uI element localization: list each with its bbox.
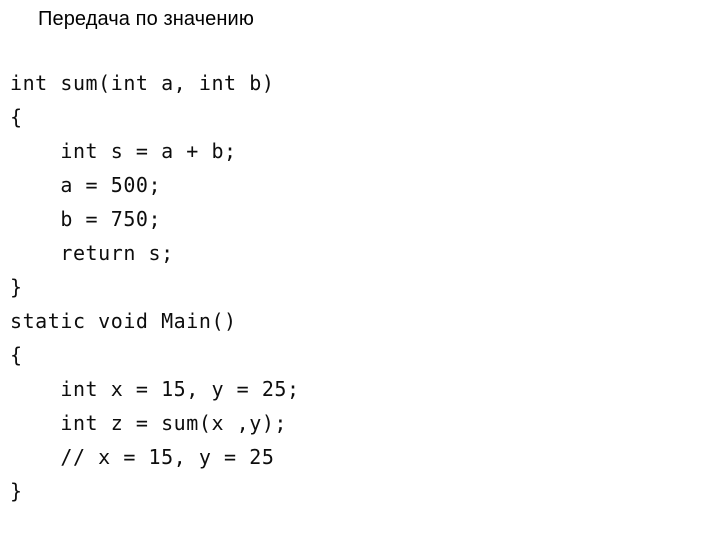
code-line: // x = 15, y = 25	[10, 445, 275, 469]
code-line: b = 750;	[10, 207, 162, 231]
code-line: static void Main()	[10, 309, 237, 333]
code-line: int x = 15, y = 25;	[10, 377, 300, 401]
code-block: int sum(int a, int b) { int s = a + b; a…	[10, 66, 710, 508]
page-title: Передача по значению	[38, 8, 254, 30]
code-line: int s = a + b;	[10, 139, 237, 163]
code-line: {	[10, 105, 23, 129]
code-line: {	[10, 343, 23, 367]
code-line: a = 500;	[10, 173, 162, 197]
code-line: }	[10, 275, 23, 299]
slide-canvas: Передача по значению int sum(int a, int …	[0, 0, 720, 540]
code-line: return s;	[10, 241, 174, 265]
code-line: int sum(int a, int b)	[10, 71, 275, 95]
code-line: int z = sum(x ,y);	[10, 411, 288, 435]
code-line: }	[10, 479, 23, 503]
